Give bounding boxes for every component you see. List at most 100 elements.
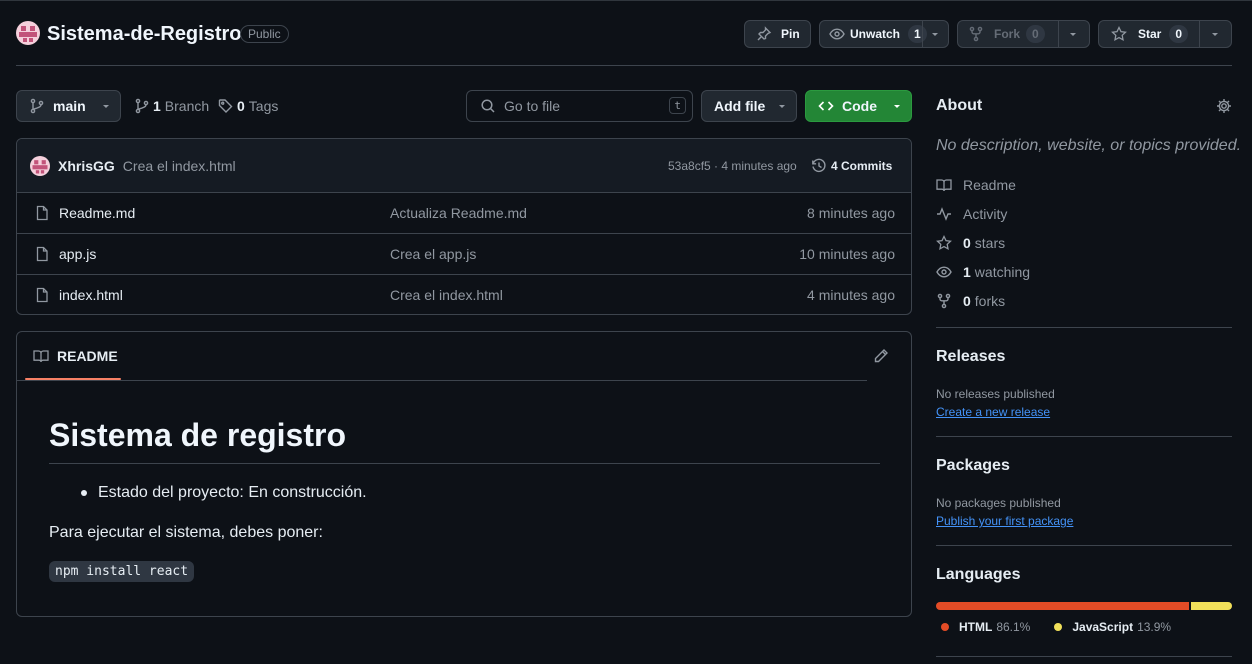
search-icon	[480, 98, 496, 114]
pin-button[interactable]: Pin	[744, 20, 811, 48]
about-title: About	[936, 97, 983, 114]
branches-label: Branch	[164, 98, 210, 114]
fork-button[interactable]: Fork 0	[957, 20, 1090, 48]
create-release-link[interactable]: Create a new release	[936, 405, 1050, 419]
commit-message[interactable]: Crea el index.html	[123, 158, 236, 174]
star-counter: 0	[1169, 25, 1189, 43]
code-label: Code	[842, 98, 877, 114]
shortcut-key: t	[669, 97, 686, 114]
chevron-down-icon[interactable]	[1068, 29, 1078, 39]
file-icon	[34, 205, 50, 221]
file-commit-message[interactable]: Actualiza Readme.md	[390, 205, 527, 221]
branch-name: main	[53, 98, 86, 114]
readme-link[interactable]: Readme	[936, 177, 1016, 193]
chevron-down-icon	[892, 101, 902, 111]
file-row[interactable]: Readme.md Actualiza Readme.md 8 minutes ag…	[17, 192, 911, 233]
language-bar-segment[interactable]	[1191, 602, 1232, 610]
go-to-file-input[interactable]: Go to file t	[466, 90, 693, 122]
forks-count: 0	[963, 293, 971, 309]
fork-icon	[968, 26, 984, 42]
readme-title-rule	[49, 463, 880, 464]
file-row[interactable]: app.js Crea el app.js 10 minutes ago	[17, 233, 911, 274]
releases-empty: No releases published	[936, 387, 1055, 401]
tags-label: Tags	[248, 98, 279, 114]
packages-title[interactable]: Packages	[936, 457, 1010, 475]
readme-panel: README Sistema de registro Estado del pr…	[16, 331, 912, 617]
unwatch-button[interactable]: Unwatch 1	[819, 20, 949, 48]
file-commit-message[interactable]: Crea el app.js	[390, 246, 476, 262]
pin-icon	[756, 26, 772, 42]
language-item[interactable]: JavaScript 13.9%	[1054, 620, 1171, 634]
chevron-down-icon[interactable]	[930, 29, 940, 39]
tags-link[interactable]: 0 Tags	[218, 98, 278, 114]
commit-author[interactable]: XhrisGG	[58, 158, 115, 174]
file-icon	[34, 246, 50, 262]
commit-time: · 4 minutes ago	[714, 158, 797, 173]
tag-icon	[218, 98, 234, 114]
language-percent: 13.9%	[1137, 620, 1172, 634]
bullet-text: Estado del proyecto: En construcción.	[98, 484, 367, 501]
file-commit-time: 4 minutes ago	[807, 287, 895, 303]
commits-link[interactable]: 4 Commits	[831, 159, 892, 173]
fork-counter: 0	[1026, 25, 1045, 43]
eye-icon	[829, 26, 845, 42]
commit-hash[interactable]: 53a8cf5	[668, 159, 711, 173]
language-color-dot	[1054, 623, 1063, 631]
languages-title: Languages	[936, 566, 1021, 583]
file-row[interactable]: index.html Crea el index.html 4 minutes ag…	[17, 274, 911, 314]
file-commit-message[interactable]: Crea el index.html	[390, 287, 503, 303]
activity-link[interactable]: Activity	[936, 206, 1007, 222]
code-button[interactable]: Code	[805, 90, 912, 122]
star-icon	[936, 235, 963, 251]
watching-count: 1	[963, 264, 971, 280]
search-placeholder: Go to file	[504, 98, 561, 114]
sidebar-divider	[936, 656, 1232, 657]
chevron-down-icon	[101, 101, 111, 111]
watching-link[interactable]: 1 watching	[936, 264, 1030, 280]
publish-package-link[interactable]: Publish your first package	[936, 514, 1073, 528]
pulse-icon	[936, 206, 963, 222]
language-color-dot	[941, 623, 949, 631]
language-bar-segment[interactable]	[936, 602, 1190, 610]
branch-icon	[29, 98, 45, 114]
about-description: No description, website, or topics provi…	[936, 137, 1242, 154]
forks-link[interactable]: 0 forks	[936, 293, 1005, 309]
file-name[interactable]: Readme.md	[59, 205, 135, 221]
watch-counter: 1	[908, 25, 927, 43]
file-list: XhrisGG Crea el index.html 53a8cf5 · 4 m…	[16, 138, 912, 315]
readme-tab[interactable]: README	[33, 348, 118, 364]
gear-icon[interactable]	[1216, 98, 1232, 114]
stars-count: 0	[963, 235, 971, 251]
code-icon	[818, 98, 834, 114]
repo-avatar[interactable]	[16, 21, 40, 45]
repo-title[interactable]: Sistema-de-Registro	[47, 23, 242, 46]
language-item[interactable]: HTML 86.1%	[941, 620, 1030, 634]
branch-selector[interactable]: main	[16, 90, 121, 122]
star-icon	[1111, 26, 1127, 42]
file-name[interactable]: index.html	[59, 287, 123, 303]
language-name: JavaScript	[1072, 620, 1134, 634]
star-label: Star	[1138, 27, 1162, 41]
author-avatar[interactable]	[30, 155, 50, 176]
file-commit-time: 10 minutes ago	[799, 246, 895, 262]
file-commit-time: 8 minutes ago	[807, 205, 895, 221]
stars-link[interactable]: 0 stars	[936, 235, 1005, 251]
branches-link[interactable]: 1 Branch	[134, 98, 209, 114]
sidebar-divider	[936, 545, 1232, 546]
language-legend: HTML 86.1% JavaScript 13.9%	[941, 620, 1195, 634]
readme-bullet: Estado del proyecto: En construcción.	[81, 484, 367, 502]
eye-icon	[936, 264, 963, 280]
pencil-icon[interactable]	[873, 348, 889, 364]
history-icon	[811, 158, 827, 174]
star-button[interactable]: Star 0	[1098, 20, 1232, 48]
tags-count: 0	[237, 98, 245, 114]
chevron-down-icon[interactable]	[1210, 29, 1220, 39]
releases-title[interactable]: Releases	[936, 348, 1005, 366]
forks-label: forks	[974, 293, 1006, 309]
file-name[interactable]: app.js	[59, 246, 96, 262]
fork-label: Fork	[994, 27, 1021, 41]
readme-paragraph: Para ejecutar el sistema, debes poner:	[49, 524, 323, 541]
add-file-button[interactable]: Add file	[701, 90, 797, 122]
readme-header-divider	[17, 380, 867, 381]
book-icon	[936, 177, 963, 193]
